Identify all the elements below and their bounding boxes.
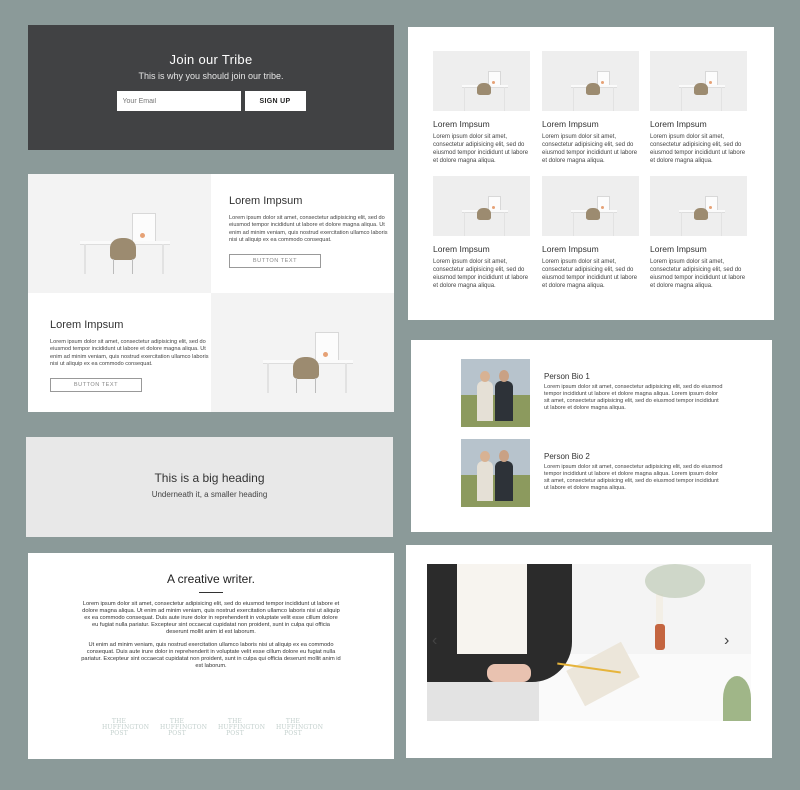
product-card[interactable]: Lorem Impsum Lorem ipsum dolor sit amet, … — [650, 51, 747, 165]
product-card[interactable]: Lorem Impsum Lorem ipsum dolor sit amet, … — [433, 51, 530, 165]
block1-button[interactable]: BUTTON TEXT — [229, 253, 321, 268]
person2-bio: Lorem ipsum dolor sit amet, consectetur … — [544, 464, 723, 491]
product-description: Lorem ipsum dolor sit amet, consectetur … — [433, 259, 529, 289]
product-card[interactable]: Lorem Impsum Lorem ipsum dolor sit amet, … — [650, 176, 747, 290]
product-name: Lorem Impsum — [542, 119, 599, 129]
desk-image — [211, 293, 394, 412]
product-description: Lorem ipsum dolor sit amet, consectetur … — [650, 259, 746, 289]
writer-paragraph-2: Ut enim ad minim veniam, quis nostrud ex… — [81, 642, 341, 669]
press-logo: THE HUFFINGTON POST — [102, 718, 150, 737]
email-input[interactable] — [116, 91, 241, 111]
product-description: Lorem ipsum dolor sit amet, consectetur … — [433, 134, 529, 164]
product-description: Lorem ipsum dolor sit amet, consectetur … — [650, 134, 746, 164]
chevron-right-icon[interactable]: › — [724, 633, 729, 649]
newsletter-subtitle: This is why you should join our tribe. — [138, 71, 284, 81]
product-image — [650, 176, 747, 236]
product-card[interactable]: Lorem Impsum Lorem ipsum dolor sit amet, … — [433, 176, 530, 290]
person-photo — [461, 439, 530, 507]
block2-description: Lorem ipsum dolor sit amet, consectetur … — [50, 339, 209, 368]
product-description: Lorem ipsum dolor sit amet, consectetur … — [542, 259, 638, 289]
desk-image — [28, 174, 211, 293]
writer-title: A creative writer. — [166, 572, 256, 586]
person-photo — [461, 359, 530, 427]
product-name: Lorem Impsum — [433, 119, 490, 129]
product-name: Lorem Impsum — [433, 244, 490, 254]
product-name: Lorem Impsum — [650, 244, 707, 254]
product-description: Lorem ipsum dolor sit amet, consectetur … — [542, 134, 638, 164]
product-card[interactable]: Lorem Impsum Lorem ipsum dolor sit amet, … — [542, 176, 639, 290]
writer-card: A creative writer. Lorem ipsum dolor sit… — [28, 553, 394, 759]
person-bios-card: Person Bio 1 Lorem ipsum dolor sit amet,… — [411, 340, 772, 532]
product-image — [433, 51, 530, 111]
product-name: Lorem Impsum — [650, 119, 707, 129]
block1-title: Lorem Impsum — [229, 195, 303, 207]
block1-description: Lorem ipsum dolor sit amet, consectetur … — [229, 215, 388, 244]
slide-image — [427, 564, 751, 721]
product-image — [542, 51, 639, 111]
big-heading: This is a big heading — [154, 471, 265, 485]
title-divider — [199, 592, 223, 593]
block2-button[interactable]: BUTTON TEXT — [50, 377, 142, 392]
product-image — [542, 176, 639, 236]
product-card[interactable]: Lorem Impsum Lorem ipsum dolor sit amet, … — [542, 51, 639, 165]
writer-paragraph-1: Lorem ipsum dolor sit amet, consectetur … — [82, 601, 340, 635]
press-logo: THE HUFFINGTON POST — [276, 718, 324, 737]
press-logos: THE HUFFINGTON POST THE HUFFINGTON POST … — [102, 718, 324, 737]
person2-name: Person Bio 2 — [544, 452, 590, 461]
product-grid-card: Lorem Impsum Lorem ipsum dolor sit amet, … — [408, 27, 774, 320]
press-logo: THE HUFFINGTON POST — [160, 718, 208, 737]
product-image — [433, 176, 530, 236]
newsletter-banner: Join our Tribe This is why you should jo… — [28, 25, 394, 150]
alternating-blocks-card: Lorem Impsum Lorem ipsum dolor sit amet,… — [28, 174, 394, 412]
chevron-left-icon[interactable]: ‹ — [432, 633, 437, 649]
person1-bio: Lorem ipsum dolor sit amet, consectetur … — [544, 384, 723, 411]
press-logo: THE HUFFINGTON POST — [218, 718, 266, 737]
product-image — [650, 51, 747, 111]
slideshow-card: ‹ › — [406, 545, 772, 758]
heading-banner: This is a big heading Underneath it, a s… — [26, 437, 393, 537]
block2-title: Lorem Impsum — [50, 319, 124, 331]
newsletter-title: Join our Tribe — [169, 52, 253, 67]
person1-name: Person Bio 1 — [544, 372, 590, 381]
product-name: Lorem Impsum — [542, 244, 599, 254]
signup-button[interactable]: SIGN UP — [244, 91, 306, 111]
small-heading: Underneath it, a smaller heading — [151, 490, 268, 499]
